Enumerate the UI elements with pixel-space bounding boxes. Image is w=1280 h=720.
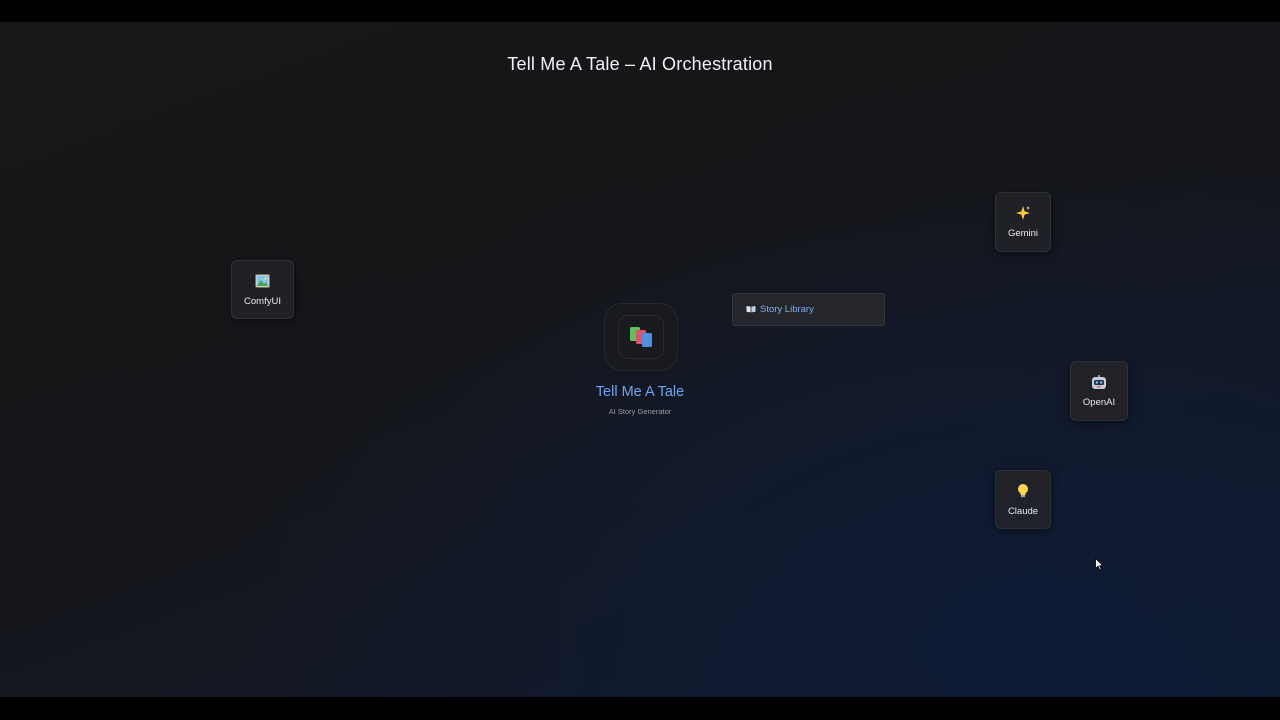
- page-title: Tell Me A Tale – AI Orchestration: [507, 54, 773, 74]
- claude-label: Claude: [1007, 505, 1039, 517]
- framed-picture-icon: [255, 273, 271, 289]
- story-library-label: Story Library: [760, 304, 814, 315]
- gemini-label: Gemini: [1007, 228, 1039, 239]
- hub-subtitle: AI Story Generator: [608, 407, 672, 416]
- books-icon: [618, 315, 664, 359]
- orchestration-canvas: Tell Me A Tale – AI Orchestration ComfyU…: [0, 22, 1280, 697]
- letterbox-top: [0, 0, 1280, 22]
- openai-node[interactable]: OpenAI: [1070, 361, 1128, 421]
- hub-title: Tell Me A Tale: [595, 384, 685, 400]
- claude-node[interactable]: Claude: [995, 470, 1051, 529]
- comfyui-label: ComfyUI: [244, 295, 281, 307]
- open-book-icon: [746, 305, 756, 315]
- openai-label: OpenAI: [1082, 397, 1116, 408]
- gemini-node[interactable]: Gemini: [995, 192, 1051, 252]
- comfyui-node[interactable]: ComfyUI: [231, 260, 294, 319]
- story-library-button[interactable]: Story Library: [732, 293, 885, 326]
- light-bulb-icon: [1015, 483, 1031, 499]
- letterbox-bottom: [0, 697, 1280, 720]
- sparkles-icon: [1015, 205, 1031, 221]
- robot-icon: [1091, 374, 1107, 390]
- hub-node[interactable]: [604, 303, 678, 371]
